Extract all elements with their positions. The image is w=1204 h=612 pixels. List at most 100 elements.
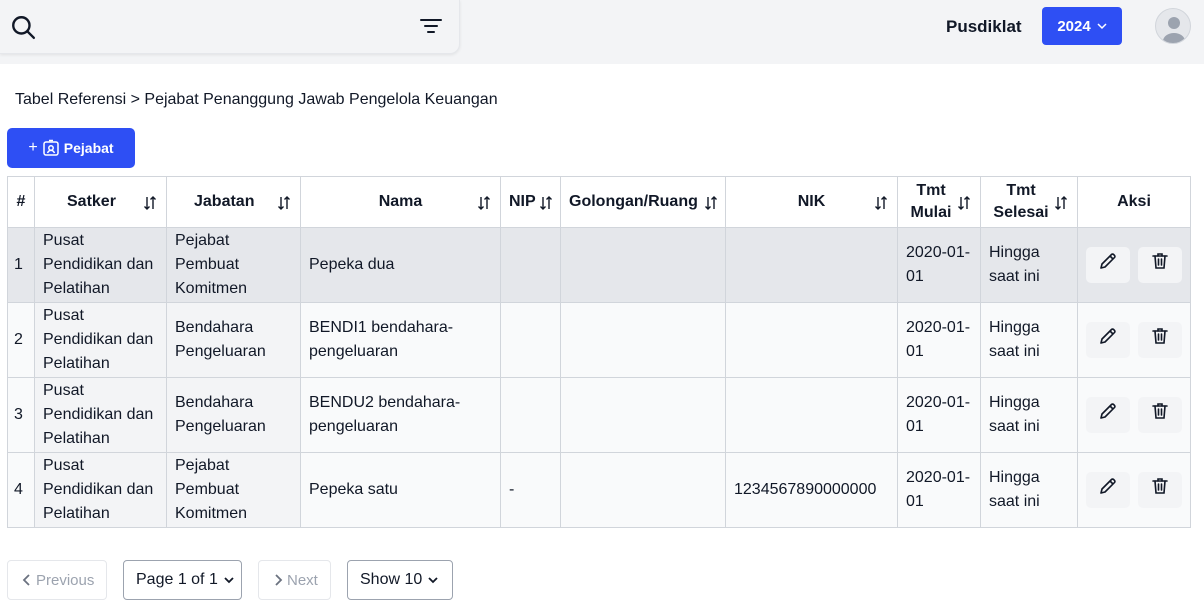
search-bar[interactable] (0, 0, 460, 54)
cell-tmt-selesai: Hingga saat ini (980, 302, 1078, 378)
sort-icon[interactable] (703, 195, 719, 211)
avatar[interactable] (1155, 8, 1191, 44)
trash-icon (1150, 251, 1170, 279)
edit-button[interactable] (1086, 322, 1130, 358)
cell-nip (500, 227, 561, 303)
cell-nik (725, 227, 898, 303)
cell-nik (725, 377, 898, 453)
cell-nama: Pepeka satu (300, 452, 501, 528)
cell-nama: BENDI1 bendahara-pengeluaran (300, 302, 501, 378)
sort-icon[interactable] (956, 195, 972, 211)
search-icon[interactable] (10, 14, 36, 40)
year-select-button[interactable]: 2024 (1042, 7, 1122, 45)
pencil-icon (1098, 401, 1118, 429)
cell-aksi (1077, 377, 1191, 453)
sort-icon[interactable] (1053, 195, 1069, 211)
edit-button[interactable] (1086, 472, 1130, 508)
chevron-down-icon (428, 577, 438, 584)
cell-golongan (560, 452, 726, 528)
breadcrumb: Tabel Referensi > Pejabat Penanggung Jaw… (15, 91, 498, 108)
cell-satker: Pusat Pendidikan dan Pelatihan (34, 452, 167, 528)
plus-icon: + (28, 139, 38, 156)
cell-aksi (1077, 227, 1191, 303)
table-row: 2 Pusat Pendidikan dan Pelatihan Bendahara… (7, 302, 1191, 378)
edit-button[interactable] (1086, 247, 1130, 283)
col-nip-header[interactable]: NIP (500, 176, 561, 228)
sort-icon[interactable] (476, 195, 492, 211)
next-button[interactable]: Next (258, 560, 331, 600)
table-row: 3 Pusat Pendidikan dan Pelatihan Bendahara… (7, 377, 1191, 453)
filter-icon[interactable] (419, 16, 443, 36)
col-no-header: # (7, 176, 35, 228)
table-header-row: # Satker Jabatan Nama NIP Golongan/Ruang… (7, 176, 1191, 228)
cell-aksi (1077, 452, 1191, 528)
add-button-label: Pejabat (63, 140, 114, 156)
cell-tmt-mulai: 2020-01-01 (897, 377, 981, 453)
edit-button[interactable] (1086, 397, 1130, 433)
delete-button[interactable] (1138, 472, 1182, 508)
cell-satker: Pusat Pendidikan dan Pelatihan (34, 227, 167, 303)
col-jabatan-header[interactable]: Jabatan (166, 176, 301, 228)
cell-tmt-selesai: Hingga saat ini (980, 227, 1078, 303)
delete-button[interactable] (1138, 322, 1182, 358)
col-satker-header[interactable]: Satker (34, 176, 167, 228)
cell-no: 1 (7, 227, 35, 303)
org-label: Pusdiklat (946, 17, 1022, 36)
sort-icon[interactable] (142, 195, 158, 211)
cell-jabatan: Bendahara Pengeluaran (166, 377, 301, 453)
chevron-down-icon (1097, 23, 1107, 30)
col-nik-header[interactable]: NIK (725, 176, 898, 228)
cell-tmt-mulai: 2020-01-01 (897, 227, 981, 303)
trash-icon (1150, 476, 1170, 504)
col-golongan-header[interactable]: Golongan/Ruang (560, 176, 726, 228)
previous-label: Previous (36, 571, 95, 589)
year-label: 2024 (1057, 17, 1091, 35)
pencil-icon (1098, 476, 1118, 504)
add-pejabat-button[interactable]: + Pejabat (7, 128, 135, 168)
table-row: 1 Pusat Pendidikan dan Pelatihan Pejabat P… (7, 227, 1191, 303)
pencil-icon (1098, 326, 1118, 354)
cell-no: 2 (7, 302, 35, 378)
delete-button[interactable] (1138, 247, 1182, 283)
cell-nip (500, 377, 561, 453)
user-icon (1163, 17, 1185, 43)
cell-nik: 1234567890000000 (725, 452, 898, 528)
cell-golongan (560, 377, 726, 453)
cell-no: 3 (7, 377, 35, 453)
cell-nip: - (500, 452, 561, 528)
previous-button[interactable]: Previous (7, 560, 107, 600)
cell-nip (500, 302, 561, 378)
pejabat-table: # Satker Jabatan Nama NIP Golongan/Ruang… (7, 176, 1191, 528)
col-nama-header[interactable]: Nama (300, 176, 501, 228)
pencil-icon (1098, 251, 1118, 279)
cell-tmt-selesai: Hingga saat ini (980, 452, 1078, 528)
cell-golongan (560, 302, 726, 378)
page-size-value: Show 10 (360, 571, 423, 588)
page-select-value: Page 1 of 1 (136, 571, 218, 588)
chevron-left-icon (22, 574, 30, 586)
sort-icon[interactable] (276, 195, 292, 211)
col-tmt-mulai-header[interactable]: Tmt Mulai (897, 176, 981, 228)
page-size-select[interactable]: Show 10 (347, 560, 453, 600)
sort-icon[interactable] (538, 195, 554, 211)
chevron-right-icon (275, 574, 283, 586)
chevron-down-icon (224, 577, 234, 584)
top-bar: Pusdiklat 2024 (0, 0, 1204, 64)
cell-tmt-selesai: Hingga saat ini (980, 377, 1078, 453)
delete-button[interactable] (1138, 397, 1182, 433)
sort-icon[interactable] (873, 195, 889, 211)
cell-golongan (560, 227, 726, 303)
next-label: Next (287, 571, 318, 589)
cell-nik (725, 302, 898, 378)
cell-tmt-mulai: 2020-01-01 (897, 302, 981, 378)
page-select[interactable]: Page 1 of 1 (123, 560, 242, 600)
trash-icon (1150, 401, 1170, 429)
cell-nama: BENDU2 bendahara-pengeluaran (300, 377, 501, 453)
cell-jabatan: Pejabat Pembuat Komitmen (166, 227, 301, 303)
cell-nama: Pepeka dua (300, 227, 501, 303)
cell-satker: Pusat Pendidikan dan Pelatihan (34, 377, 167, 453)
cell-tmt-mulai: 2020-01-01 (897, 452, 981, 528)
col-aksi-header: Aksi (1077, 176, 1191, 228)
col-tmt-selesai-header[interactable]: Tmt Selesai (980, 176, 1078, 228)
id-badge-icon (43, 139, 59, 156)
